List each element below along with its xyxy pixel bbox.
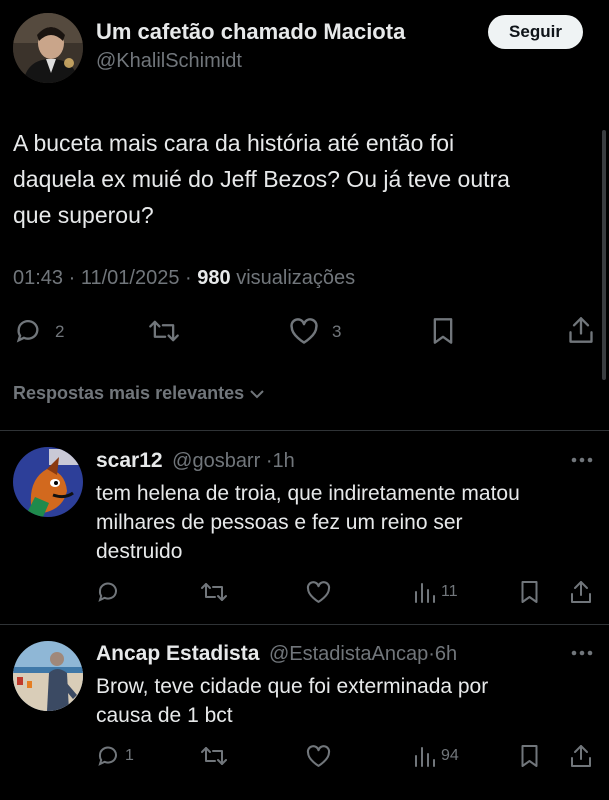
post-text-line: A buceta mais cara da história até então… bbox=[13, 130, 455, 156]
reply-text: tem helena de troia, que indiretamente m… bbox=[96, 479, 520, 566]
reply-author-name[interactable]: scar12 bbox=[96, 449, 163, 472]
divider bbox=[0, 624, 609, 625]
more-options-icon[interactable] bbox=[570, 456, 594, 464]
meta-separator: · bbox=[68, 267, 81, 289]
like-icon[interactable] bbox=[289, 318, 319, 345]
reply-text-line: Brow, teve cidade que foi exterminada po… bbox=[96, 675, 489, 698]
replies-sort-label: Respostas mais relevantes bbox=[13, 383, 245, 403]
reply-author-handle[interactable]: @gosbarr bbox=[172, 450, 260, 472]
divider bbox=[0, 430, 609, 431]
reply-author-handle[interactable]: @EstadistaAncap bbox=[269, 643, 428, 665]
author-name[interactable]: Um cafetão chamado Maciota bbox=[96, 19, 405, 45]
views-icon[interactable] bbox=[413, 581, 435, 603]
reply-text-line: tem helena de troia, que indiretamente m… bbox=[96, 482, 520, 505]
views-label: visualizações bbox=[236, 267, 356, 289]
reply-text-line: causa de 1 bct bbox=[96, 704, 233, 727]
like-icon[interactable] bbox=[306, 745, 331, 768]
more-options-icon[interactable] bbox=[570, 649, 594, 657]
retweet-icon[interactable] bbox=[200, 744, 228, 768]
post-text-line: daquela ex muié do Jeff Bezos? Ou já tev… bbox=[13, 166, 510, 192]
author-avatar[interactable] bbox=[13, 13, 83, 83]
reply-header: scar12 @gosbarr ·1h bbox=[96, 449, 295, 473]
reply-text-line: milhares de pessoas e fez um reino ser bbox=[96, 511, 463, 534]
views-icon[interactable] bbox=[413, 745, 435, 767]
reply-age[interactable]: 1h bbox=[273, 450, 295, 472]
reply-icon[interactable] bbox=[96, 580, 120, 604]
reply-header: Ancap Estadista @EstadistaAncap·6h bbox=[96, 642, 457, 666]
bookmark-icon[interactable] bbox=[520, 744, 539, 768]
retweet-icon[interactable] bbox=[148, 317, 180, 345]
meta-separator: · bbox=[185, 267, 198, 289]
reply-icon[interactable] bbox=[96, 744, 120, 768]
share-icon[interactable] bbox=[570, 744, 592, 768]
author-handle[interactable]: @KhalilSchimidt bbox=[96, 50, 242, 73]
reply-separator: · bbox=[428, 643, 435, 665]
post-meta: 01:43 · 11/01/2025 · 980 visualizações bbox=[13, 267, 355, 290]
share-icon[interactable] bbox=[570, 580, 592, 604]
scrollbar[interactable] bbox=[602, 130, 606, 380]
reply-separator: · bbox=[265, 450, 273, 472]
reply-text-line: destruido bbox=[96, 540, 183, 563]
views-count: 94 bbox=[441, 747, 459, 764]
reply-avatar[interactable] bbox=[13, 447, 83, 517]
reply-age[interactable]: 6h bbox=[435, 643, 457, 665]
reply-author-name[interactable]: Ancap Estadista bbox=[96, 642, 259, 665]
reply-count: 1 bbox=[125, 747, 134, 764]
post-date[interactable]: 11/01/2025 bbox=[81, 267, 180, 289]
reply-avatar[interactable] bbox=[13, 641, 83, 711]
views-count: 11 bbox=[441, 583, 458, 600]
post-text: A buceta mais cara da história até então… bbox=[13, 125, 510, 233]
follow-button[interactable]: Seguir bbox=[488, 15, 583, 49]
replies-sort-dropdown[interactable]: Respostas mais relevantes bbox=[13, 383, 266, 404]
reply-count: 2 bbox=[55, 322, 65, 341]
post-text-line: que superou? bbox=[13, 202, 154, 228]
post-time[interactable]: 01:43 bbox=[13, 267, 63, 289]
bookmark-icon[interactable] bbox=[520, 580, 539, 604]
chevron-down-icon bbox=[248, 385, 266, 403]
reply-text: Brow, teve cidade que foi exterminada po… bbox=[96, 672, 488, 730]
reply-icon[interactable] bbox=[14, 317, 42, 345]
retweet-icon[interactable] bbox=[200, 580, 228, 604]
bookmark-icon[interactable] bbox=[432, 317, 454, 345]
like-count: 3 bbox=[332, 322, 342, 341]
views-count: 980 bbox=[197, 267, 231, 289]
share-icon[interactable] bbox=[568, 316, 594, 344]
like-icon[interactable] bbox=[306, 581, 331, 604]
